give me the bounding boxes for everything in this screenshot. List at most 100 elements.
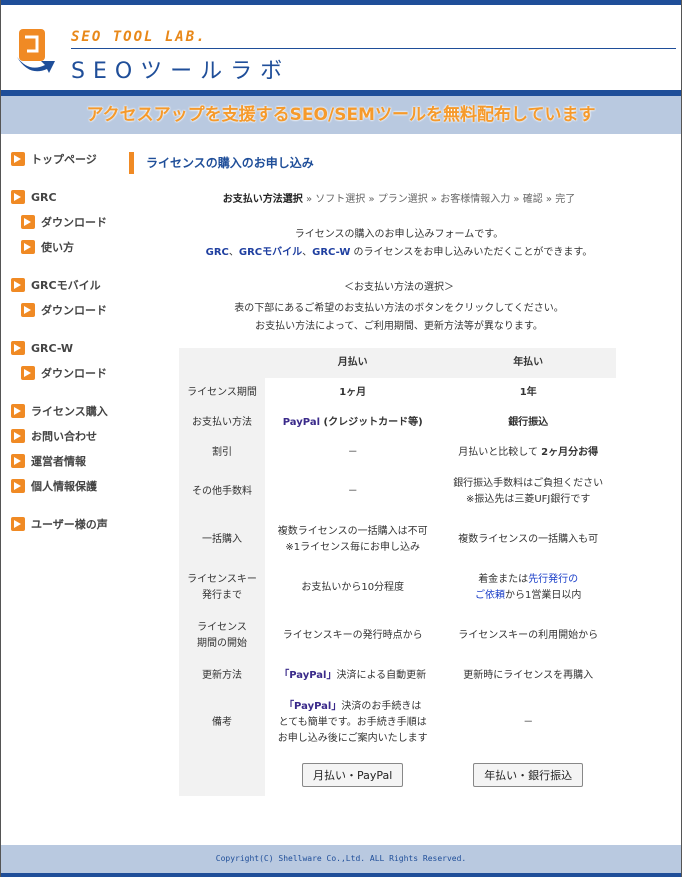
sidebar-item-label: ダウンロード (41, 367, 107, 380)
row-label: ライセンス期間の開始 (179, 612, 265, 660)
footer: Copyright(C) Shellware Co.,Ltd. ALL Righ… (1, 845, 681, 873)
yearly-issue: 着金または先行発行のご依頼から1営業日以内 (440, 564, 616, 612)
sidebar-item-label: 使い方 (41, 241, 74, 254)
sidebar-item-license[interactable]: ライセンス購入 (11, 402, 108, 420)
advance-issue-link[interactable]: 先行発行の (528, 574, 578, 585)
yearly-notes: － (523, 717, 534, 728)
arrow-right-icon (21, 303, 35, 317)
arrow-right-icon (11, 341, 25, 355)
issue-text-post: から1営業日以内 (505, 590, 582, 601)
monthly-fees: － (347, 486, 358, 497)
sidebar-item-label: お問い合わせ (31, 430, 97, 443)
sidebar-item-label: 運営者情報 (31, 455, 86, 468)
sidebar-item-label: ダウンロード (41, 304, 107, 317)
step: プラン選択 (377, 194, 428, 205)
product-grc: GRC (205, 247, 229, 258)
step-sep: » (365, 194, 378, 205)
comma: 、 (302, 247, 313, 258)
sidebar-item-contact[interactable]: お問い合わせ (11, 427, 97, 445)
yearly-fees: 銀行振込手数料はご負担ください ※振込先は三菱UFJ銀行です (440, 468, 616, 516)
product-grc-w: GRC-W (312, 247, 351, 258)
sidebar-item-label: ダウンロード (41, 216, 107, 229)
sidebar-item-grc-mobile[interactable]: GRCモバイル (11, 276, 101, 294)
method-desc-line-1: 表の下部にあるご希望のお支払い方法のボタンをクリックしてください。 (234, 303, 564, 314)
monthly-bulk: 複数ライセンスの一括購入は不可 ※1ライセンス毎にお申し込み (265, 516, 440, 564)
logo-text-jp: SEOツールラボ (71, 59, 291, 84)
monthly-start: ライセンスキーの発行時点から (282, 630, 423, 641)
logo-divider (71, 48, 676, 49)
page-title: ライセンスの購入のお申し込み (129, 152, 609, 174)
sidebar-item-grc-download[interactable]: ダウンロード (21, 213, 107, 231)
issue-text: 着金または (478, 574, 529, 585)
sidebar-item-grc[interactable]: GRC (11, 188, 57, 206)
sidebar-item-label: ライセンス購入 (31, 405, 108, 418)
sidebar-item-voices[interactable]: ユーザー様の声 (11, 515, 108, 533)
row-label: ライセンスキー 発行まで (179, 564, 265, 612)
sidebar-item-grc-w-download[interactable]: ダウンロード (21, 364, 107, 382)
table-header-row: 月払い 年払い (179, 348, 616, 378)
yearly-button-cell: 年払い・銀行振込 (440, 754, 616, 796)
logo-icon[interactable] (15, 27, 59, 75)
paypal-text: 「PayPal」 (279, 670, 337, 681)
table-button-row: 月払い・PayPal 年払い・銀行振込 (179, 754, 616, 796)
sidebar-item-operator[interactable]: 運営者情報 (11, 452, 86, 470)
button-row-blank (179, 754, 265, 796)
bulk-line-2: ※1ライセンス毎にお申し込み (285, 542, 420, 553)
monthly-button-cell: 月払い・PayPal (265, 754, 440, 796)
discount-text: 月払いと比較して (458, 447, 542, 458)
sidebar-item-grc-mobile-download[interactable]: ダウンロード (21, 301, 107, 319)
sidebar-item-label: GRCモバイル (31, 279, 101, 292)
sidebar-item-label: ユーザー様の声 (31, 518, 108, 531)
fees-line-2: ※振込先は三菱UFJ銀行です (465, 494, 591, 505)
row-label: 割引 (179, 438, 265, 468)
monthly-period: 1ヶ月 (339, 387, 367, 398)
table-row: ライセンスキー 発行まで お支払いから10分程度 着金または先行発行の ご依頼から1… (179, 564, 616, 612)
row-label: その他手数料 (179, 468, 265, 516)
payment-method-description: 表の下部にあるご希望のお支払い方法のボタンをクリックしてください。 お支払い方法… (129, 300, 669, 336)
yearly-discount: 月払いと比較して 2ヶ月分お得 (440, 438, 616, 468)
step: 完了 (555, 194, 576, 205)
yearly-bulk: 複数ライセンスの一括購入も可 (458, 534, 599, 545)
step: 確認 (522, 194, 543, 205)
yearly-bank-transfer-button[interactable]: 年払い・銀行振込 (473, 763, 584, 787)
table-row: 割引 － 月払いと比較して 2ヶ月分お得 (179, 438, 616, 468)
tagline-banner: アクセスアップを支援するSEO/SEMツールを無料配布しています (1, 96, 681, 134)
monthly-renew: 「PayPal」決済による自動更新 (265, 660, 440, 692)
arrow-right-icon (21, 366, 35, 380)
renew-text: 決済による自動更新 (336, 670, 427, 681)
arrow-right-icon (21, 240, 35, 254)
step-sep: » (542, 194, 556, 205)
request-link[interactable]: ご依頼 (475, 590, 505, 601)
row-label: 一括購入 (179, 516, 265, 564)
monthly-discount: － (347, 447, 358, 458)
table-row: 備考 「PayPal」決済のお手続きは とても簡単です。お手続き手順は お申し込み後… (179, 692, 616, 754)
yearly-payment: 銀行振込 (508, 417, 549, 428)
discount-bold: 2ヶ月分お得 (541, 447, 599, 458)
arrow-right-icon (11, 517, 25, 531)
product-grc-mobile: GRCモバイル (238, 247, 303, 258)
sidebar-item-privacy[interactable]: 個人情報保護 (11, 477, 97, 495)
comma: 、 (228, 247, 239, 258)
sidebar-item-grc-w[interactable]: GRC-W (11, 339, 73, 357)
site-header: SEO TOOL LAB. SEOツールラボ (1, 5, 681, 90)
step: お客様情報入力 (440, 194, 511, 205)
step-sep: » (510, 194, 523, 205)
row-label: 備考 (179, 692, 265, 754)
yearly-start: ライセンスキーの利用開始から (458, 630, 599, 641)
sidebar-item-grc-usage[interactable]: 使い方 (21, 238, 74, 256)
arrow-right-icon (11, 429, 25, 443)
monthly-paypal-button[interactable]: 月払い・PayPal (302, 763, 404, 787)
step-current: お支払い方法選択 (222, 194, 303, 205)
method-desc-line-2: お支払い方法によって、ご利用期間、更新方法等が異なります。 (255, 321, 543, 332)
step-sep: » (427, 194, 441, 205)
plan-comparison-table: 月払い 年払い ライセンス期間 1ヶ月 1年 お支払い方法 PayPal (クレ… (179, 348, 616, 796)
sidebar-item-label: トップページ (31, 153, 97, 166)
sidebar-item-top[interactable]: トップページ (11, 150, 97, 168)
label-line-1: ライセンス (197, 622, 247, 633)
notes-line-2: とても簡単です。お手続き手順は (278, 717, 427, 728)
arrow-right-icon (11, 479, 25, 493)
sidebar-item-label: GRC-W (31, 341, 74, 355)
label-line-2: 期間の開始 (197, 638, 247, 649)
step-sep: » (302, 194, 316, 205)
row-label: ライセンス期間 (179, 378, 265, 408)
